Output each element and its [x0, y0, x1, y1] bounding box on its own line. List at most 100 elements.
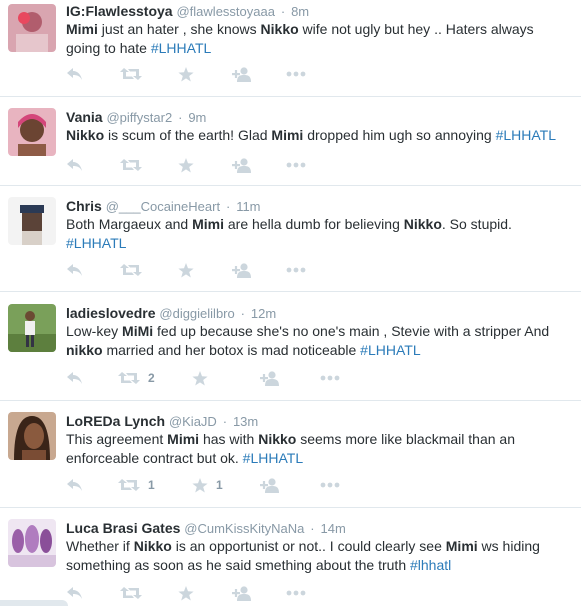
tweet[interactable]: Luca Brasi Gates @CumKissKityNaNa · 14m … [0, 508, 581, 606]
retweet-button[interactable] [120, 155, 142, 175]
avatar[interactable] [8, 519, 56, 567]
follow-button[interactable] [260, 368, 280, 388]
more-icon [286, 71, 306, 77]
tweet-author-name[interactable]: Vania [66, 109, 103, 125]
more-button[interactable] [320, 475, 340, 495]
follow-button[interactable] [232, 583, 252, 603]
tweet-author-handle[interactable]: @___CocaineHeart [106, 199, 220, 214]
favorite-icon [178, 66, 194, 82]
hashtag-link[interactable]: #LHHATL [243, 450, 303, 466]
tweet-time[interactable]: 12m [251, 306, 276, 321]
tweet-text: Whether if Nikko is an opportunist or no… [66, 537, 571, 574]
tweet-author-name[interactable]: IG:Flawlesstoya [66, 3, 173, 19]
keyword-highlight: nikko [66, 341, 103, 358]
scroll-indicator[interactable] [0, 600, 68, 606]
retweet-count: 2 [148, 371, 155, 385]
avatar[interactable] [8, 304, 56, 352]
more-button[interactable] [286, 64, 306, 84]
separator-dot: · [222, 414, 228, 429]
favorite-button[interactable] [178, 155, 194, 175]
more-icon [286, 590, 306, 596]
more-icon [286, 162, 306, 168]
separator-dot: · [280, 4, 286, 19]
reply-button[interactable] [66, 260, 84, 280]
tweet-text-segment: Both Margaeux and [66, 216, 193, 232]
retweet-icon [118, 478, 140, 492]
tweet[interactable]: ladieslovedre @diggielilbro · 12m Low-ke… [0, 292, 581, 401]
retweet-count: 1 [148, 478, 155, 492]
reply-button[interactable] [66, 368, 84, 388]
tweet-time[interactable]: 11m [236, 199, 260, 214]
follow-button[interactable] [232, 64, 252, 84]
tweet[interactable]: IG:Flawlesstoya @flawlesstoyaaa · 8m Mim… [0, 0, 581, 97]
reply-button[interactable] [66, 64, 84, 84]
reply-button[interactable] [66, 155, 84, 175]
favorite-icon [192, 477, 208, 493]
tweet[interactable]: Vania @piffystar2 · 9m Nikko is scum of … [0, 97, 581, 186]
hashtag-link[interactable]: #lhhatl [410, 557, 451, 573]
tweet-actions: 2 [66, 368, 406, 388]
tweet-text-segment: are hella dumb for believing [223, 216, 404, 232]
avatar[interactable] [8, 197, 56, 245]
follow-button[interactable] [232, 155, 252, 175]
reply-icon [66, 586, 84, 600]
tweet-actions [66, 155, 406, 175]
avatar[interactable] [8, 108, 56, 156]
reply-button[interactable] [66, 475, 84, 495]
tweet-author-handle[interactable]: @flawlesstoyaaa [176, 4, 274, 19]
more-button[interactable] [286, 260, 306, 280]
more-button[interactable] [320, 368, 340, 388]
favorite-button[interactable] [178, 260, 194, 280]
retweet-button[interactable] [120, 260, 142, 280]
hashtag-link[interactable]: #LHHATL [151, 40, 211, 56]
retweet-button[interactable] [120, 583, 142, 603]
tweet-author-handle[interactable]: @CumKissKityNaNa [184, 521, 304, 536]
retweet-icon [120, 158, 142, 172]
separator-dot: · [310, 521, 315, 536]
tweet-text-segment: just an hater , she knows [97, 21, 261, 37]
follow-icon [232, 585, 252, 601]
tweet-author-handle[interactable]: @piffystar2 [106, 110, 172, 125]
hashtag-link[interactable]: #LHHATL [496, 127, 556, 143]
follow-icon [232, 157, 252, 173]
reply-button[interactable] [66, 583, 84, 603]
tweet-actions [66, 64, 406, 84]
tweet-text-segment: is scum of the earth! Glad [104, 127, 272, 143]
tweet-time[interactable]: 13m [233, 414, 258, 429]
tweet-author-handle[interactable]: @diggielilbro [159, 306, 234, 321]
tweet-author-name[interactable]: Chris [66, 198, 102, 214]
avatar[interactable] [8, 412, 56, 460]
tweet-text-segment: fed up because she's no one's main , Ste… [153, 323, 550, 339]
tweet-author-name[interactable]: Luca Brasi Gates [66, 520, 180, 536]
tweet-time[interactable]: 14m [321, 521, 346, 536]
follow-button[interactable] [232, 260, 252, 280]
tweet-actions [66, 583, 406, 603]
reply-icon [66, 478, 84, 492]
tweet[interactable]: LoREDa Lynch @KiaJD · 13m This agreement… [0, 401, 581, 508]
keyword-highlight: Nikko [403, 216, 442, 232]
tweet-author-name[interactable]: LoREDa Lynch [66, 413, 165, 429]
tweet-time[interactable]: 9m [188, 110, 206, 125]
favorite-button[interactable] [178, 64, 194, 84]
hashtag-link[interactable]: #LHHATL [66, 235, 126, 251]
tweet-text-segment: has with [199, 431, 259, 447]
retweet-button[interactable] [120, 64, 142, 84]
more-icon [286, 267, 306, 273]
retweet-icon [120, 67, 142, 81]
avatar[interactable] [8, 4, 56, 52]
more-button[interactable] [286, 583, 306, 603]
tweet-author-name[interactable]: ladieslovedre [66, 305, 156, 321]
retweet-button[interactable]: 2 [118, 368, 155, 388]
tweet[interactable]: Chris @___CocaineHeart · 11m Both Margae… [0, 186, 581, 292]
more-icon [320, 375, 340, 381]
follow-button[interactable] [260, 475, 280, 495]
tweet-author-handle[interactable]: @KiaJD [169, 414, 217, 429]
retweet-button[interactable]: 1 [118, 475, 155, 495]
hashtag-link[interactable]: #LHHATL [360, 342, 420, 358]
favorite-button[interactable] [192, 368, 208, 388]
tweet-time[interactable]: 8m [291, 4, 309, 19]
favorite-button[interactable]: 1 [192, 475, 223, 495]
more-button[interactable] [286, 155, 306, 175]
keyword-highlight: Nikko [133, 538, 172, 554]
favorite-button[interactable] [178, 583, 194, 603]
